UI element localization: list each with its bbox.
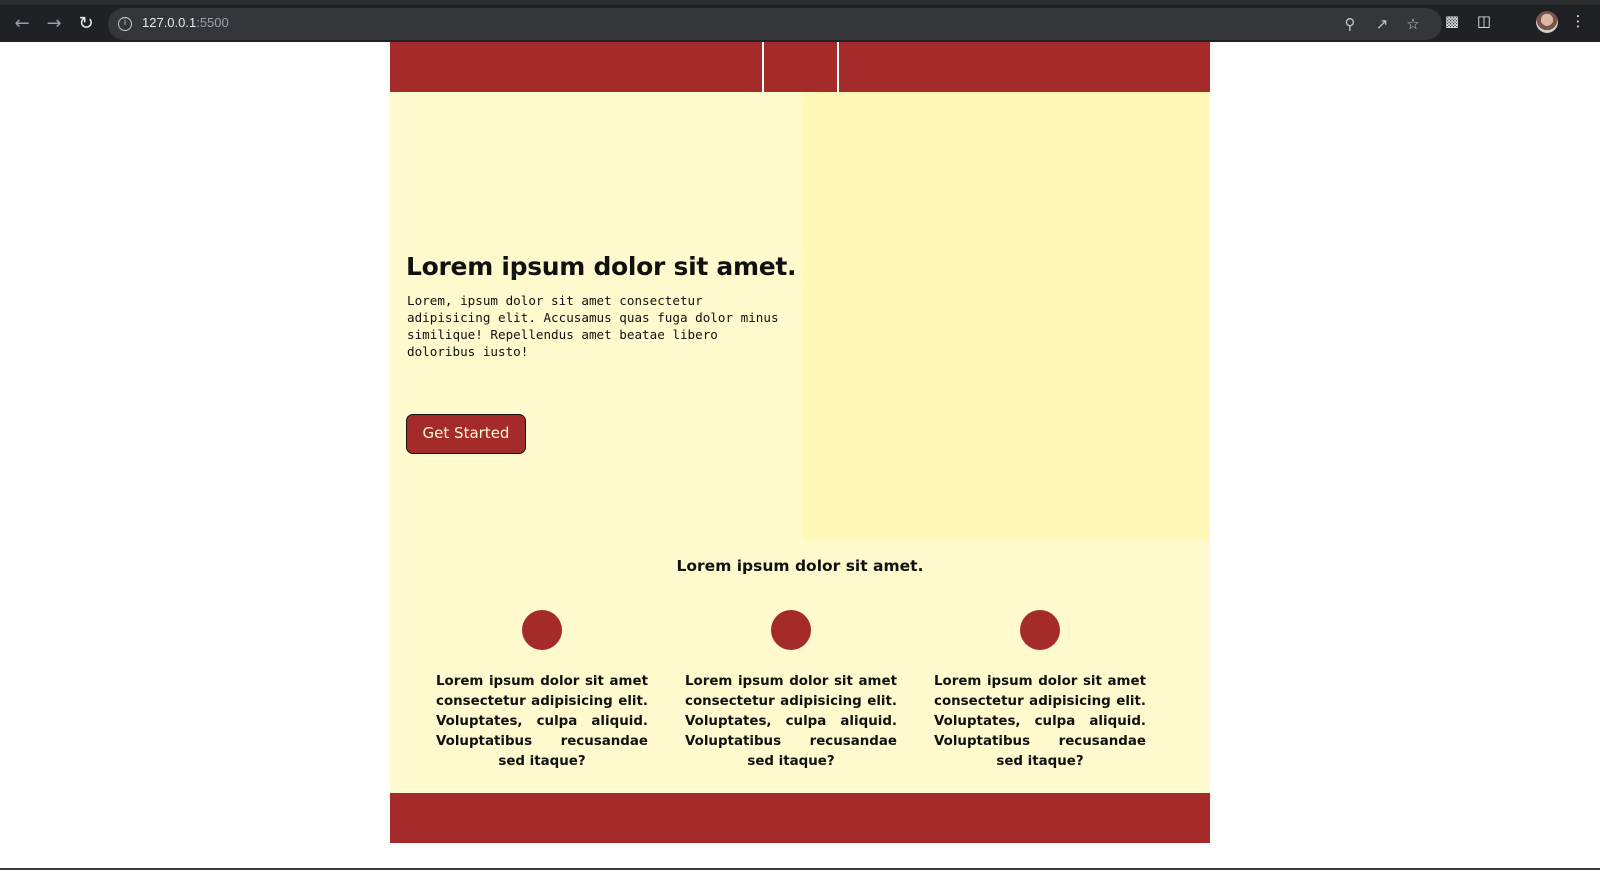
url-text[interactable]: 127.0.0.1:5500 — [142, 15, 229, 30]
nav-divider — [837, 42, 839, 92]
star-icon[interactable]: ☆ — [1403, 14, 1423, 34]
nav-divider — [762, 42, 764, 92]
zoom-icon[interactable]: ⚲ — [1340, 14, 1360, 34]
back-arrow-icon[interactable]: ← — [10, 12, 34, 36]
feature-circle-icon — [771, 610, 811, 650]
features-title: Lorem ipsum dolor sit amet. — [676, 557, 924, 575]
hero-description: Lorem, ipsum dolor sit amet consectetur … — [407, 293, 779, 359]
menu-icon[interactable]: ⋮ — [1568, 11, 1588, 31]
url-port: :5500 — [196, 15, 229, 30]
feature-text: Lorem ipsum dolor sit amet consectetur a… — [436, 674, 648, 769]
forward-arrow-icon[interactable]: → — [42, 12, 66, 36]
hero-title: Lorem ipsum dolor sit amet. — [406, 252, 797, 281]
feature-card: Lorem ipsum dolor sit amet consectetur a… — [436, 610, 648, 772]
browser-toolbar: ← → ↻ i 127.0.0.1:5500 ⚲ ↗ ☆ ▩ ◫ ⋮ — [0, 0, 1600, 42]
share-icon[interactable]: ↗ — [1372, 14, 1392, 34]
profile-avatar[interactable] — [1536, 11, 1558, 33]
info-icon[interactable]: i — [118, 17, 132, 31]
get-started-button[interactable]: Get Started — [406, 414, 526, 454]
feature-card: Lorem ipsum dolor sit amet consectetur a… — [934, 610, 1146, 772]
url-host: 127.0.0.1 — [142, 15, 197, 30]
page-container: Lorem ipsum dolor sit amet. Lorem, ipsum… — [390, 42, 1210, 843]
address-bar[interactable]: i 127.0.0.1:5500 ⚲ ↗ ☆ — [108, 8, 1442, 40]
sidepanel-icon[interactable]: ◫ — [1474, 11, 1494, 31]
extensions-icon[interactable]: ▩ — [1442, 11, 1462, 31]
reload-icon[interactable]: ↻ — [74, 12, 98, 36]
feature-text: Lorem ipsum dolor sit amet consectetur a… — [934, 674, 1146, 769]
top-navigation-bar — [390, 42, 1210, 92]
feature-circle-icon — [522, 610, 562, 650]
feature-card: Lorem ipsum dolor sit amet consectetur a… — [685, 610, 897, 772]
footer-bar — [390, 793, 1210, 843]
feature-text: Lorem ipsum dolor sit amet consectetur a… — [685, 674, 897, 769]
feature-circle-icon — [1020, 610, 1060, 650]
hero-image-area — [802, 92, 1210, 540]
